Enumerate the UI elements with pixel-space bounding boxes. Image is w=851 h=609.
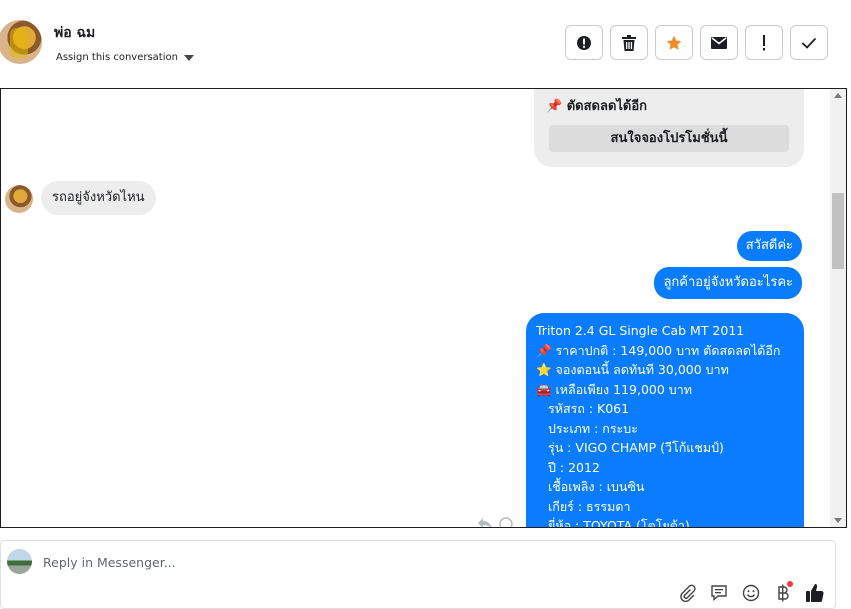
promo-card: 📌 ตัดสดลดได้อีก สนใจจองโปรโมชั่นนี้	[534, 89, 804, 167]
thumbs-up-icon	[806, 584, 824, 603]
saved-reply-icon	[711, 585, 727, 602]
emoji-icon	[742, 584, 760, 602]
listing-detail: เกียร์ : ธรรมดา	[548, 498, 631, 514]
checkmark-icon	[801, 37, 817, 49]
delete-button[interactable]	[610, 25, 648, 60]
outgoing-message[interactable]: สวัสดีค่ะ	[736, 231, 802, 261]
conversation-actions	[565, 25, 828, 60]
listing-price-line: 📌 ราคาปกติ : 149,000 บาท ตัดสดลดได้อีก	[536, 342, 781, 358]
mark-unread-button[interactable]	[700, 25, 738, 60]
page-avatar	[7, 549, 32, 574]
customer-avatar[interactable]	[5, 185, 33, 213]
listing-discount-line: ⭐ จองตอนนี้ ลดทันที 30,000 บาท	[536, 362, 729, 377]
book-promotion-button[interactable]: สนใจจองโปรโมชั่นนี้	[549, 125, 789, 152]
emoji-button[interactable]	[741, 583, 761, 603]
scroll-up-arrow-icon[interactable]	[834, 93, 842, 98]
reply-icon[interactable]	[477, 517, 493, 528]
listing-detail: รุ่น : VIGO CHAMP (วีโก้แชมป์)	[548, 440, 724, 455]
message-thread[interactable]: 📌 ตัดสดลดได้อีก สนใจจองโปรโมชั่นนี้ รถอย…	[0, 88, 847, 528]
reply-composer	[0, 540, 836, 609]
listing-detail: รหัสรถ : K061	[548, 401, 630, 416]
composer-tools	[677, 581, 825, 603]
listing-detail: ยี่ห้อ : TOYOTA (โตโยต้า)	[548, 518, 690, 528]
attach-button[interactable]	[677, 583, 697, 603]
promo-card-text: 📌 ตัดสดลดได้อีก	[546, 99, 648, 114]
scroll-thumb[interactable]	[832, 193, 844, 269]
mark-done-button[interactable]	[790, 25, 828, 60]
star-icon	[666, 35, 682, 50]
trash-icon	[622, 34, 636, 51]
notification-dot	[787, 581, 793, 587]
assign-label: Assign this conversation	[56, 52, 178, 63]
listing-message[interactable]: Triton 2.4 GL Single Cab MT 2011 📌 ราคาป…	[526, 313, 804, 528]
envelope-icon	[711, 36, 727, 49]
payment-button[interactable]	[773, 581, 793, 603]
reply-input[interactable]	[43, 552, 743, 572]
emoji-reaction-icon[interactable]	[499, 517, 513, 528]
like-button[interactable]	[805, 583, 825, 603]
listing-detail: เชื้อเพลิง : เบนซิน	[548, 479, 645, 494]
scroll-down-arrow-icon[interactable]	[834, 518, 842, 523]
contact-name[interactable]: พ่อ ฉม	[54, 22, 95, 44]
saved-reply-button[interactable]	[709, 583, 729, 603]
follow-up-button[interactable]	[745, 25, 783, 60]
conversation-header: พ่อ ฉม Assign this conversation	[0, 0, 851, 88]
star-button[interactable]	[655, 25, 693, 60]
mark-spam-button[interactable]	[565, 25, 603, 60]
message-hover-actions	[477, 517, 513, 528]
outgoing-message[interactable]: ลูกค้าอยู่จังหวัดอะไรคะ	[654, 267, 802, 299]
paperclip-icon	[680, 584, 696, 602]
listing-title: Triton 2.4 GL Single Cab MT 2011	[536, 323, 745, 338]
chevron-down-icon	[183, 54, 194, 61]
listing-detail: ประเภท : กระบะ	[548, 420, 638, 436]
incoming-message[interactable]: รถอยู่จังหวัดไหน	[41, 181, 156, 215]
alert-icon	[577, 35, 591, 50]
contact-avatar[interactable]	[0, 20, 42, 64]
listing-detail: ปี : 2012	[548, 459, 600, 475]
assign-conversation-dropdown[interactable]: Assign this conversation	[56, 52, 194, 63]
exclamation-icon	[763, 34, 765, 50]
listing-final-price-line: 🚘 เหลือเพียง 119,000 บาท	[536, 381, 692, 397]
thread-scrollbar[interactable]	[830, 89, 846, 527]
